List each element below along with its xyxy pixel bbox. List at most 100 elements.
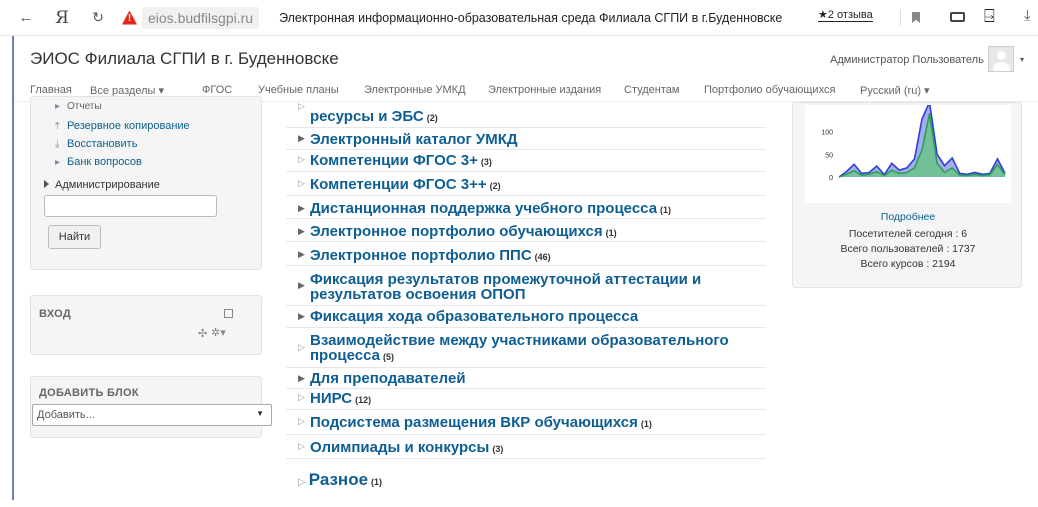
expand-arrow-icon: ▶: [298, 280, 305, 290]
category-row[interactable]: ▶ Дистанционная поддержка учебного проце…: [286, 196, 766, 219]
collapse-arrow-icon: ▷: [298, 178, 305, 188]
page-left-border: [12, 36, 14, 500]
site-name[interactable]: ЭИОС Филиала СГПИ в г. Буденновске: [30, 49, 339, 69]
visits-chart-svg: 100 50 0: [821, 99, 1006, 182]
user-name[interactable]: Администратор Пользователь: [830, 54, 984, 66]
category-title[interactable]: ресурсы и ЭБС (2): [310, 109, 438, 126]
statistics-block: 100 50 0 Подробнее Посетителей сегодня : 6…: [792, 99, 1023, 288]
collapse-arrow-icon: ▷: [298, 416, 305, 426]
collapse-arrow-icon: ▷: [298, 392, 305, 402]
nav-item-portfolio[interactable]: Портфолио обучающихся: [704, 84, 835, 96]
category-row[interactable]: ▷ Компетенции ФГОС 3+ (3): [286, 150, 766, 172]
category-row[interactable]: ▷ Компетенции ФГОС 3++ (2): [286, 172, 766, 196]
more-link[interactable]: Подробнее: [793, 211, 1023, 223]
category-title[interactable]: Компетенции ФГОС 3+ (3): [310, 153, 492, 170]
reload-icon[interactable]: ↻: [86, 9, 110, 26]
back-icon[interactable]: ←: [14, 9, 38, 26]
total-courses: Всего курсов : 2194: [860, 258, 956, 270]
nav-item-umkd[interactable]: Электронные УМКД: [364, 84, 466, 96]
login-block: ВХОД ✣ ✲▾: [30, 295, 262, 355]
site-header: ЭИОС Филиала СГПИ в г. Буденновске Админ…: [14, 36, 1038, 80]
category-row[interactable]: ▶ Фиксация хода образовательного процесс…: [286, 306, 766, 328]
find-button[interactable]: Найти: [48, 225, 101, 249]
battery-icon: [950, 12, 965, 22]
nav-item-home[interactable]: Главная: [30, 84, 72, 96]
category-title[interactable]: Электронное портфолио ППС (46): [310, 248, 551, 265]
chevron-down-icon[interactable]: ▾: [1020, 55, 1024, 64]
category-misc[interactable]: ▷ Разное (1): [298, 470, 382, 490]
y-tick-label: 0: [829, 175, 833, 182]
collapse-arrow-icon: ▷: [298, 102, 305, 111]
tree-item-administration[interactable]: Администрирование: [44, 179, 160, 191]
category-row[interactable]: ▶ Фиксация результатов промежуточной атт…: [286, 266, 766, 306]
category-row[interactable]: ▶ Электронное портфолио ППС (46): [286, 242, 766, 266]
administration-block: ▸ Отчеты ⤒ Резервное копирование ⤓ Восстано…: [30, 96, 262, 270]
category-row[interactable]: ▶ Электронный каталог УМКД: [286, 129, 766, 150]
upload-icon: ⤒: [55, 121, 60, 132]
category-row[interactable]: ▷ ресурсы и ЭБС (2): [286, 102, 766, 128]
move-icon[interactable]: ✣: [198, 327, 207, 340]
tree-item-restore[interactable]: ⤓ Восстановить: [55, 138, 137, 150]
nav-item-fgos[interactable]: ФГОС: [202, 84, 232, 96]
category-title[interactable]: Электронный каталог УМКД: [310, 132, 521, 149]
expand-arrow-icon: ▶: [298, 203, 305, 213]
tree-arrow-icon: ▸: [55, 157, 61, 168]
yandex-logo-icon[interactable]: Я: [50, 8, 74, 28]
nav-item-students[interactable]: Студентам: [624, 84, 679, 96]
category-title[interactable]: Фиксация результатов промежуточной аттес…: [310, 272, 701, 302]
add-block-select-value: Добавить...: [37, 409, 95, 421]
address-bar[interactable]: eios.budfilsgpi.ru: [142, 6, 260, 29]
category-title[interactable]: Для преподавателей: [310, 371, 469, 388]
nav-item-language[interactable]: Русский (ru) ▾: [860, 84, 930, 97]
category-title[interactable]: Дистанционная поддержка учебного процесс…: [310, 201, 671, 218]
extension-icon[interactable]: ⍈: [984, 6, 995, 27]
collapse-arrow-icon: ▷: [298, 342, 305, 352]
category-title[interactable]: Олимпиады и конкурсы (3): [310, 440, 503, 457]
category-title[interactable]: Электронное портфолио обучающихся (1): [310, 224, 617, 241]
nav-item-publications[interactable]: Электронные издания: [488, 84, 601, 96]
collapse-arrow-icon: ▷: [298, 441, 305, 451]
expand-arrow-icon: ▶: [298, 373, 305, 383]
collapse-arrow-icon: ▷: [298, 154, 305, 164]
expand-arrow-icon: ▶: [298, 249, 305, 259]
category-title[interactable]: Взаимодействие между участниками образов…: [310, 333, 729, 365]
page-title: Электронная информационно-образовательна…: [279, 10, 783, 25]
add-block-title: ДОБАВИТЬ БЛОК: [39, 387, 139, 399]
add-block-select[interactable]: Добавить... ▼: [32, 404, 272, 426]
category-title[interactable]: Подсистема размещения ВКР обучающихся (1): [310, 415, 652, 432]
total-users: Всего пользователей : 1737: [840, 243, 976, 255]
tree-item-reports[interactable]: ▸ Отчеты: [55, 101, 102, 112]
category-row[interactable]: ▶ Электронное портфолио обучающихся (1): [286, 219, 766, 242]
category-row[interactable]: ▷ Взаимодействие между участниками образ…: [286, 328, 766, 368]
category-title[interactable]: Фиксация хода образовательного процесса: [310, 309, 641, 326]
category-title[interactable]: Компетенции ФГОС 3++ (2): [310, 177, 501, 194]
expand-arrow-icon: ▶: [298, 311, 305, 321]
category-row[interactable]: ▷ Олимпиады и конкурсы (3): [286, 435, 766, 459]
visits-chart: 100 50 0: [805, 99, 1011, 203]
reviews-link[interactable]: ★2 отзыва: [818, 9, 873, 22]
avatar[interactable]: [988, 46, 1014, 72]
y-tick-label: 100: [821, 130, 833, 137]
chevron-down-icon: ▼: [256, 409, 264, 418]
expand-arrow-icon: ▶: [298, 133, 305, 143]
admin-search-input[interactable]: [44, 195, 217, 217]
tree-item-question-bank[interactable]: ▸ Банк вопросов: [55, 156, 142, 168]
category-row[interactable]: ▶ Для преподавателей: [286, 368, 766, 389]
category-row[interactable]: ▷ НИРС (12): [286, 389, 766, 410]
course-categories: ▷ ресурсы и ЭБС (2) ▶ Электронный каталог…: [286, 102, 770, 500]
download-tray-icon: ⤓: [55, 139, 60, 150]
dock-icon[interactable]: [224, 309, 233, 318]
warning-icon[interactable]: [122, 10, 137, 25]
download-icon[interactable]: ⤓: [1024, 7, 1031, 24]
toolbar-divider: [900, 10, 901, 26]
nav-item-curricula[interactable]: Учебные планы: [258, 84, 339, 96]
expand-arrow-icon: ▶: [298, 226, 305, 236]
y-tick-label: 50: [825, 152, 833, 159]
gear-icon[interactable]: ✲▾: [211, 326, 226, 339]
category-row[interactable]: ▷ Подсистема размещения ВКР обучающихся(…: [286, 410, 766, 435]
category-title[interactable]: НИРС (12): [310, 391, 371, 408]
login-block-title: ВХОД: [39, 308, 72, 320]
caret-right-icon: [44, 180, 49, 188]
tree-item-backup[interactable]: ⤒ Резервное копирование: [55, 120, 190, 132]
tree-arrow-icon: ▸: [55, 101, 61, 112]
